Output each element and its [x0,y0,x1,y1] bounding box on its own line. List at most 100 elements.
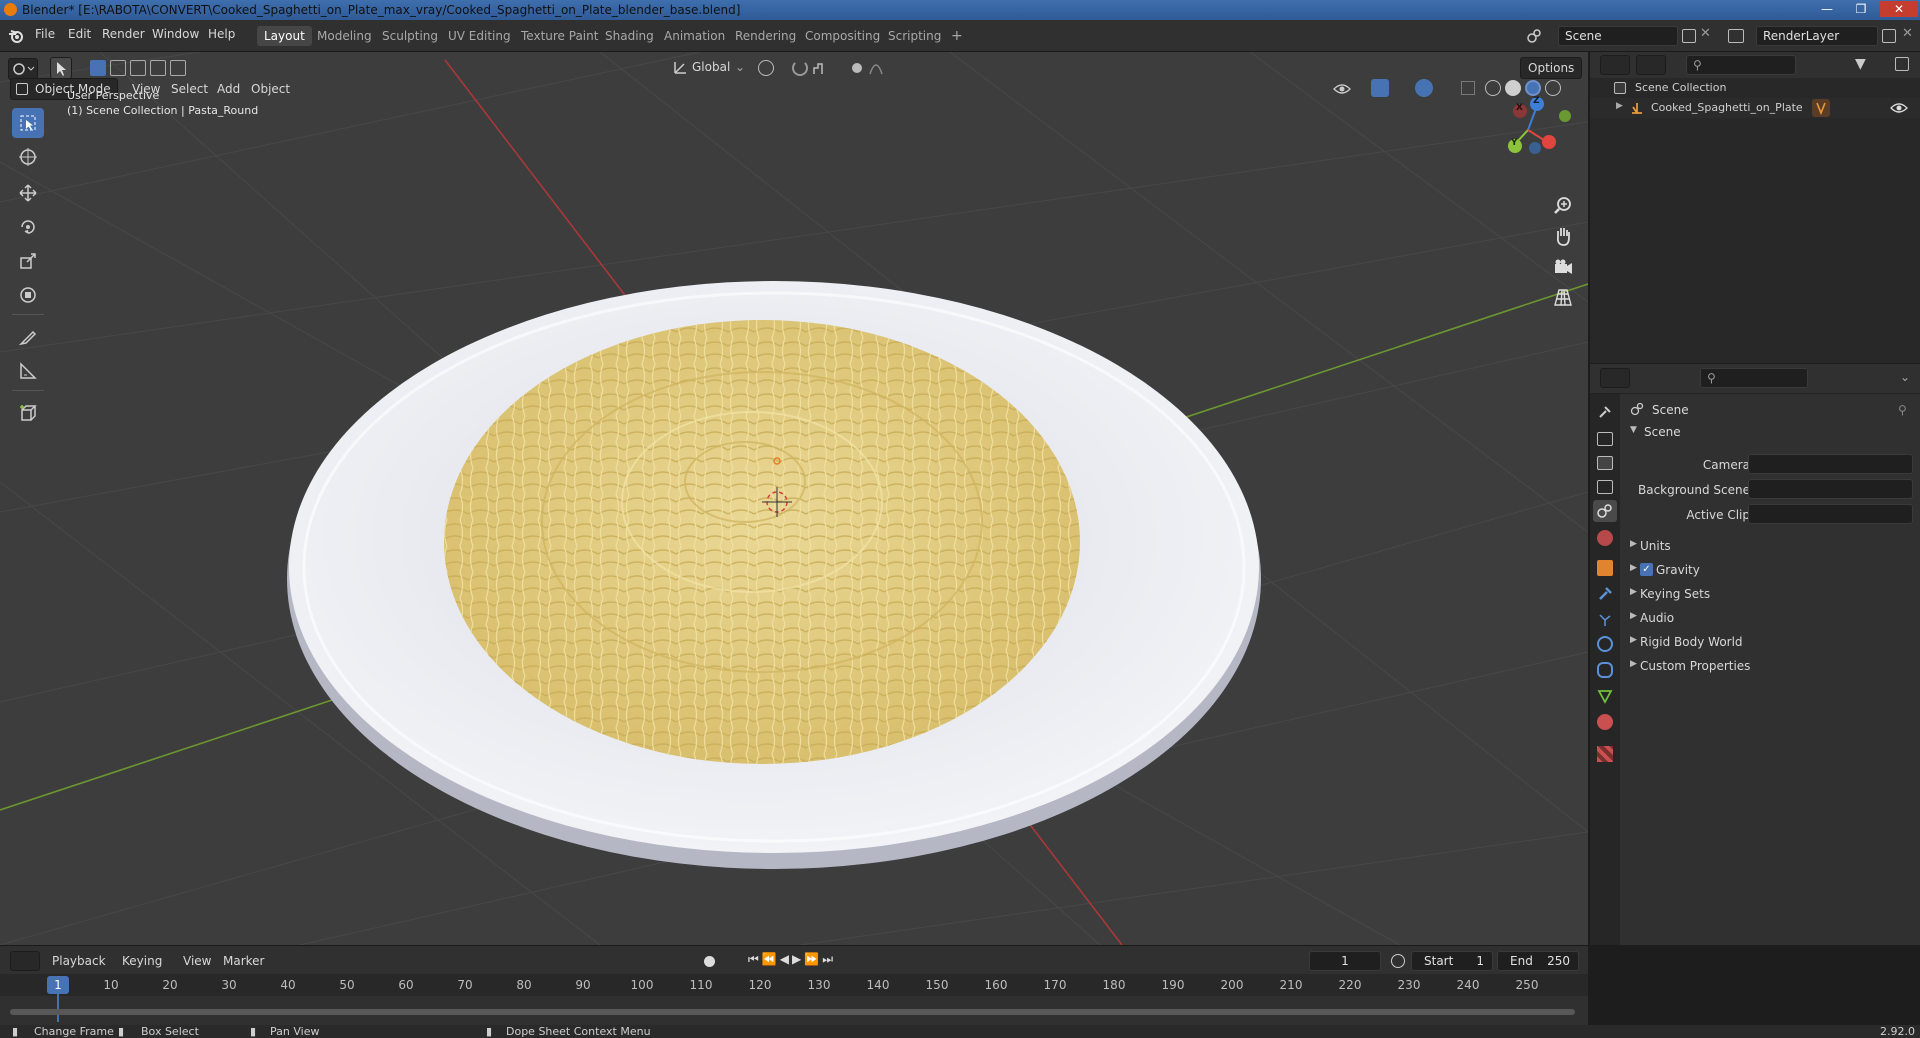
units-panel-header[interactable]: ▶ Units [1626,536,1916,556]
display-mode-icon[interactable] [1636,55,1666,75]
gravity-checkbox[interactable]: ✓ [1640,563,1653,576]
keying-sets-panel-header[interactable]: ▶ Keying Sets [1626,584,1916,604]
3d-viewport[interactable]: Global ⌄ Options Object Mode View Select… [0,52,1588,945]
scene-selector[interactable]: Scene [1558,26,1678,46]
camera-field[interactable] [1748,454,1913,474]
menu-edit[interactable]: Edit [68,27,91,41]
perspective-toggle-icon[interactable] [1552,286,1574,308]
jump-end-icon[interactable]: ⏭ [822,952,836,966]
output-tab-icon[interactable] [1597,456,1613,470]
spaghetti[interactable] [444,320,1080,764]
outliner-row-object[interactable]: ▶ Cooked_Spaghetti_on_Plate [1590,98,1920,118]
select-intersect-icon[interactable] [170,60,186,76]
tool-tab-icon[interactable] [1597,404,1613,420]
view-layer-selector[interactable]: RenderLayer [1756,26,1878,46]
menu-window[interactable]: Window [152,27,199,41]
playback-controls[interactable]: ⏮⏪◀▶⏩⏭ [748,952,836,967]
gravity-panel-header[interactable]: ▶ ✓ Gravity [1626,560,1916,580]
background-scene-field[interactable] [1748,479,1913,499]
properties-search-input[interactable]: ⚲ [1700,368,1808,388]
proportional-falloff-icon[interactable] [868,60,884,76]
select-new-icon[interactable] [90,60,106,76]
select-mode-icon[interactable] [50,57,72,79]
camera-view-icon[interactable] [1552,256,1574,278]
menu-timeline-view[interactable]: View [183,954,211,968]
play-icon[interactable]: ▶ [792,952,804,966]
scale-tool-icon[interactable] [12,246,44,276]
select-subtract-icon[interactable] [130,60,146,76]
next-keyframe-icon[interactable]: ⏩ [804,952,822,966]
audio-panel-header[interactable]: ▶ Audio [1626,608,1916,628]
outliner-row-scene-collection[interactable]: Scene Collection [1590,78,1920,98]
transform-tool-icon[interactable] [12,280,44,310]
new-collection-icon[interactable] [1895,57,1909,71]
menu-object[interactable]: Object [251,82,290,96]
menu-file[interactable]: File [35,27,55,41]
outliner-search-input[interactable]: ⚲ [1686,55,1796,75]
tab-modeling[interactable]: Modeling [310,26,379,46]
modifier-tab-icon[interactable] [1597,586,1613,602]
scene-tab-icon[interactable] [1593,500,1617,522]
tab-sculpting[interactable]: Sculpting [375,26,445,46]
navigation-gizmo[interactable]: Z Y X [1485,92,1580,167]
particles-tab-icon[interactable] [1597,612,1613,628]
properties-editor-type-icon[interactable] [1600,368,1630,388]
pan-hand-icon[interactable] [1552,225,1574,247]
snap-magnet-icon[interactable] [792,60,808,76]
visibility-eye-icon[interactable] [1333,81,1351,97]
jump-start-icon[interactable]: ⏮ [748,952,762,966]
add-cube-tool-icon[interactable] [12,398,44,428]
annotate-tool-icon[interactable] [12,322,44,352]
timeline-editor-type-icon[interactable] [10,951,40,971]
menu-keying[interactable]: Keying [122,954,162,968]
menu-playback[interactable]: Playback [52,954,106,968]
view-layer-tab-icon[interactable] [1597,480,1613,494]
rotate-tool-icon[interactable] [12,212,44,242]
options-dropdown[interactable]: Options [1520,57,1582,79]
editor-type-button[interactable] [8,58,38,80]
play-reverse-icon[interactable]: ◀ [780,952,792,966]
delete-scene-icon[interactable]: ✕ [1700,26,1711,41]
menu-render[interactable]: Render [102,27,145,41]
tab-rendering[interactable]: Rendering [728,26,803,46]
maximize-icon[interactable]: ❐ [1846,1,1876,17]
material-tab-icon[interactable] [1597,714,1613,730]
start-frame-field[interactable]: Start 1 [1411,951,1493,971]
render-tab-icon[interactable] [1597,432,1613,446]
record-icon[interactable] [704,956,715,967]
transform-orientation-dropdown[interactable]: Global [692,60,730,74]
data-tab-icon[interactable] [1597,688,1613,704]
constraints-tab-icon[interactable] [1597,662,1613,678]
timeline-scrollbar[interactable] [10,1009,1575,1015]
playhead-indicator[interactable]: 1 [47,976,69,994]
menu-help[interactable]: Help [208,27,235,41]
end-frame-field[interactable]: End 250 [1497,951,1579,971]
cursor-tool-icon[interactable] [12,142,44,172]
current-frame-field[interactable]: 1 [1309,951,1381,971]
new-view-layer-icon[interactable] [1882,29,1896,43]
minimize-icon[interactable]: — [1812,1,1842,17]
select-extend-icon[interactable] [110,60,126,76]
delete-view-layer-icon[interactable]: ✕ [1902,26,1913,41]
tab-compositing[interactable]: Compositing [798,26,887,46]
filter-icon[interactable]: ▼ [1855,56,1866,72]
xray-toggle-icon[interactable] [1461,81,1475,95]
menu-add[interactable]: Add [217,82,240,96]
measure-tool-icon[interactable] [12,356,44,386]
prev-keyframe-icon[interactable]: ⏪ [762,952,780,966]
select-invert-icon[interactable] [150,60,166,76]
tab-uv-editing[interactable]: UV Editing [441,26,518,46]
overlay-toggle-icon[interactable] [1415,79,1433,97]
outliner-editor-type-icon[interactable] [1600,55,1630,75]
physics-tab-icon[interactable] [1597,636,1613,652]
pin-icon[interactable]: ⚲ [1898,403,1907,417]
close-window-icon[interactable]: ✕ [1880,1,1918,17]
custom-properties-panel-header[interactable]: ▶ Custom Properties [1626,656,1916,676]
zoom-icon[interactable] [1552,195,1574,217]
gizmo-toggle-icon[interactable] [1371,79,1389,97]
tab-shading[interactable]: Shading [598,26,661,46]
properties-options-chevron-icon[interactable]: ⌄ [1900,370,1910,384]
new-scene-icon[interactable] [1682,29,1696,43]
proportional-editing-icon[interactable] [852,63,862,73]
tab-scripting[interactable]: Scripting [881,26,948,46]
